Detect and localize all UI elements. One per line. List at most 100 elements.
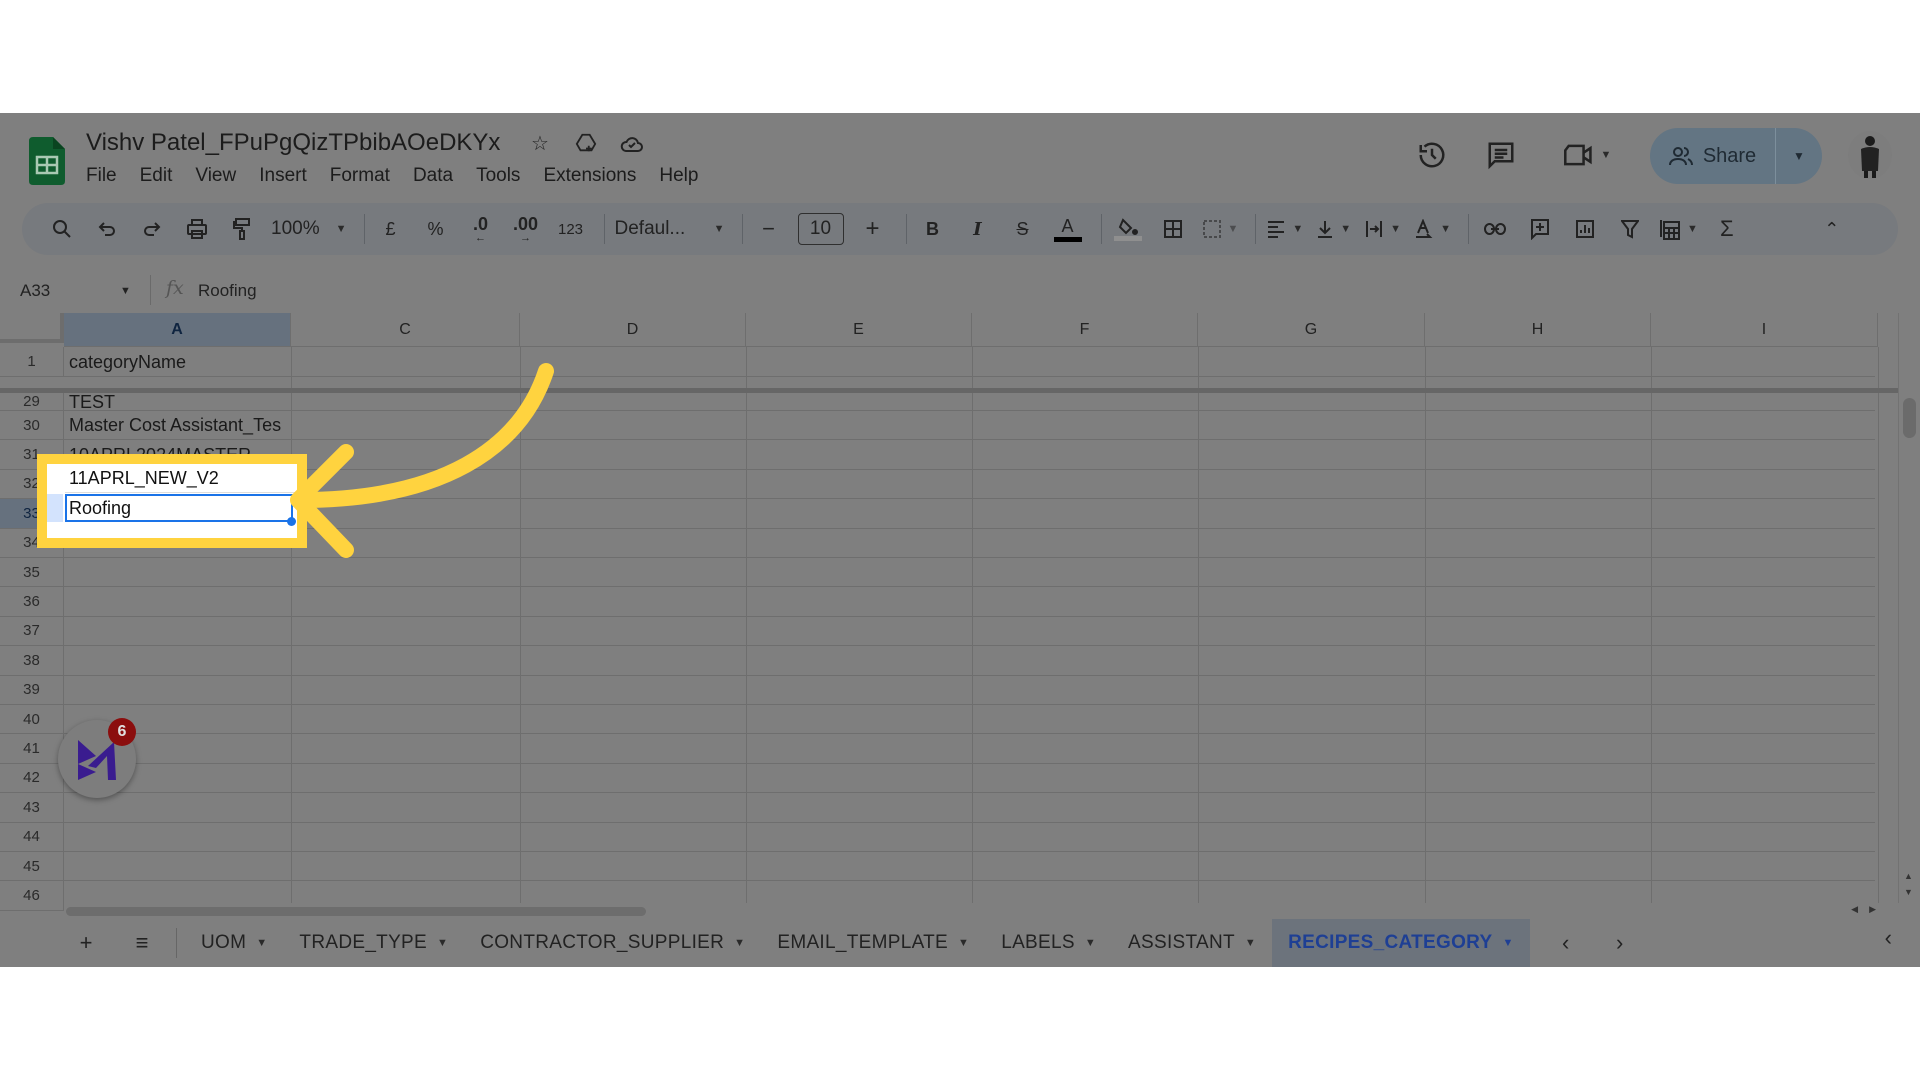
menu-format[interactable]: Format	[330, 165, 390, 187]
column-header-i[interactable]: I	[1651, 313, 1878, 347]
column-header-a[interactable]: A	[64, 313, 291, 347]
borders-icon[interactable]	[1157, 213, 1189, 245]
column-header-f[interactable]: F	[972, 313, 1198, 347]
row-header-29[interactable]: 29	[0, 393, 64, 411]
move-to-drive-icon[interactable]	[574, 131, 598, 155]
fill-color-icon[interactable]	[1112, 213, 1144, 245]
sheet-tab-menu-icon[interactable]: ▼	[1245, 937, 1256, 949]
sheet-tab-menu-icon[interactable]: ▼	[734, 937, 745, 949]
sheet-tab-recipes-category[interactable]: RECIPES_CATEGORY ▼	[1272, 919, 1530, 967]
scroll-down-icon[interactable]: ▼	[1904, 887, 1913, 897]
zoom-select[interactable]: 100% ▼	[271, 213, 347, 245]
fill-handle[interactable]	[287, 517, 296, 526]
increase-decimal-button[interactable]: .00 →	[510, 213, 542, 245]
functions-icon[interactable]: Σ	[1711, 213, 1743, 245]
column-header-d[interactable]: D	[520, 313, 746, 347]
text-rotation-icon[interactable]: ▼	[1414, 213, 1451, 245]
text-color-icon[interactable]: A	[1052, 213, 1084, 245]
merge-cells-icon[interactable]: ▼	[1202, 213, 1238, 245]
spreadsheet-grid[interactable]: A C D E F G H I 1 categoryName 29 TEST 30 Master Cost…	[0, 313, 1902, 911]
filter-views-icon[interactable]: ▼	[1659, 213, 1698, 245]
row-header-36[interactable]: 36	[0, 587, 64, 617]
font-size-input[interactable]: 10	[797, 213, 844, 245]
cell-a29[interactable]: TEST	[69, 392, 289, 413]
row-header-46[interactable]: 46	[0, 881, 64, 911]
sheet-tab-trade-type[interactable]: TRADE_TYPE ▼	[283, 919, 464, 967]
undo-icon[interactable]	[91, 213, 123, 245]
collapse-side-panel-icon[interactable]: ‹	[1885, 925, 1892, 951]
row-header-45[interactable]: 45	[0, 852, 64, 882]
menu-data[interactable]: Data	[413, 165, 453, 187]
row-header-37[interactable]: 37	[0, 616, 64, 647]
column-header-e[interactable]: E	[746, 313, 972, 347]
decrease-font-size-button[interactable]: −	[753, 213, 785, 245]
insert-chart-icon[interactable]	[1569, 213, 1601, 245]
strikethrough-icon[interactable]: S	[1007, 213, 1039, 245]
vertical-scroll-thumb[interactable]	[1903, 398, 1916, 438]
all-sheets-button[interactable]: ≡	[124, 925, 160, 961]
scroll-right-icon[interactable]: ▶	[1869, 904, 1876, 915]
cell-a32[interactable]: 11APRL_NEW_V2	[69, 468, 219, 489]
insert-comment-icon[interactable]	[1524, 213, 1556, 245]
decrease-decimal-button[interactable]: .0 ←	[465, 213, 497, 245]
redo-icon[interactable]	[136, 213, 168, 245]
name-box-dropdown[interactable]: ▼	[120, 285, 131, 297]
row-header-43[interactable]: 43	[0, 793, 64, 823]
account-avatar[interactable]	[1848, 131, 1892, 179]
text-wrapping-icon[interactable]: ▼	[1364, 213, 1401, 245]
collapse-toolbar-icon[interactable]: ⌃	[1816, 213, 1848, 245]
filter-icon[interactable]	[1614, 213, 1646, 245]
horizontal-scrollbar[interactable]: ◀ ▶	[64, 903, 1900, 919]
row-header-35[interactable]: 35	[0, 558, 64, 588]
sheet-tab-menu-icon[interactable]: ▼	[958, 937, 969, 949]
share-button[interactable]: Share	[1650, 128, 1776, 184]
search-menus-icon[interactable]	[46, 213, 78, 245]
sheet-tab-menu-icon[interactable]: ▼	[1502, 937, 1513, 949]
percent-format-button[interactable]: %	[420, 213, 452, 245]
document-title[interactable]: Vishv Patel_FPuPgQizTPbibAOeDKYx	[86, 129, 500, 157]
cell-a33[interactable]: Roofing	[69, 498, 131, 519]
sheet-tab-assistant[interactable]: ASSISTANT ▼	[1112, 919, 1272, 967]
share-dropdown-button[interactable]: ▼	[1776, 149, 1822, 163]
scroll-up-icon[interactable]: ▲	[1904, 871, 1913, 881]
cloud-saved-icon[interactable]	[620, 131, 644, 155]
italic-icon[interactable]: I	[962, 213, 994, 245]
horizontal-align-icon[interactable]: ▼	[1266, 213, 1303, 245]
horizontal-scroll-thumb[interactable]	[66, 907, 646, 916]
sheet-tab-menu-icon[interactable]: ▼	[256, 937, 267, 949]
row-header-39[interactable]: 39	[0, 675, 64, 705]
sheet-tab-email-template[interactable]: EMAIL_TEMPLATE ▼	[761, 919, 985, 967]
select-all-corner[interactable]	[0, 313, 64, 343]
row-header-1[interactable]: 1	[0, 347, 64, 377]
menu-extensions[interactable]: Extensions	[543, 165, 636, 187]
bold-icon[interactable]: B	[917, 213, 949, 245]
sheet-tab-menu-icon[interactable]: ▼	[1085, 937, 1096, 949]
cell-a30[interactable]: Master Cost Assistant_Tes	[69, 415, 289, 436]
row-header-41[interactable]: 41	[0, 734, 64, 764]
increase-font-size-button[interactable]: +	[857, 213, 889, 245]
sheet-tab-uom[interactable]: UOM ▼	[185, 919, 283, 967]
paint-format-icon[interactable]	[226, 213, 258, 245]
scroll-tabs-left-icon[interactable]: ‹	[1548, 925, 1584, 961]
row-header-44[interactable]: 44	[0, 822, 64, 852]
cell-a1[interactable]: categoryName	[69, 352, 289, 373]
menu-help[interactable]: Help	[659, 165, 698, 187]
vertical-scrollbar[interactable]: ▲ ▼	[1898, 313, 1920, 903]
scroll-left-icon[interactable]: ◀	[1851, 904, 1858, 915]
star-icon[interactable]: ☆	[528, 131, 552, 155]
column-header-h[interactable]: H	[1425, 313, 1651, 347]
row-header-42[interactable]: 42	[0, 763, 64, 794]
print-icon[interactable]	[181, 213, 213, 245]
meet-dropdown-caret[interactable]: ▼	[1601, 149, 1612, 161]
more-formats-button[interactable]: 123	[555, 213, 587, 245]
meet-icon[interactable]: ▼	[1562, 139, 1612, 171]
row-header-38[interactable]: 38	[0, 646, 64, 676]
currency-format-button[interactable]: £	[375, 213, 407, 245]
column-header-g[interactable]: G	[1198, 313, 1425, 347]
formula-input[interactable]: Roofing	[198, 281, 257, 301]
menu-file[interactable]: File	[86, 165, 117, 187]
sheet-tab-menu-icon[interactable]: ▼	[437, 937, 448, 949]
insert-link-icon[interactable]	[1479, 213, 1511, 245]
scroll-tabs-right-icon[interactable]: ›	[1602, 925, 1638, 961]
font-family-select[interactable]: Defaul... ▼	[615, 213, 725, 245]
